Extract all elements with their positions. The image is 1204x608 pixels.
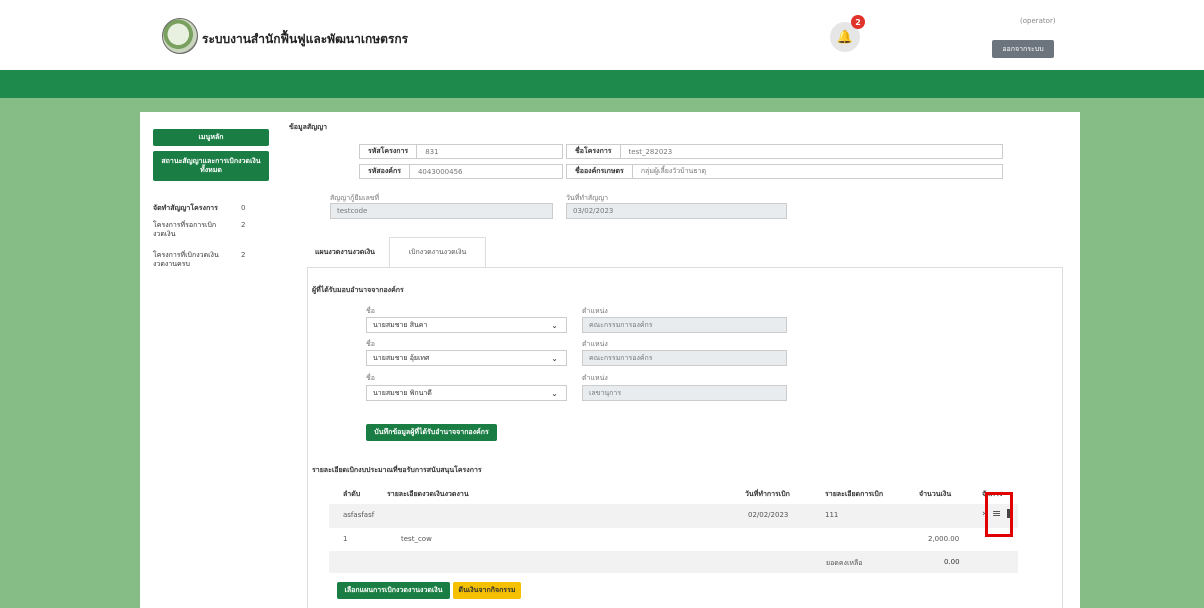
app-title: ระบบงานสำนักฟื้นฟูและพัฒนาเกษตรกร (202, 32, 409, 46)
group-name: asfasfasf (343, 511, 375, 519)
table-row (329, 504, 1018, 528)
highlight-box (985, 492, 1013, 537)
org-code-value: 4043000456 (417, 167, 463, 176)
name-label: ชื่อ (366, 340, 375, 348)
budget-title: รายละเอียดเบิกงบประมาณที่ขอรับการสนับสนุ… (312, 466, 482, 474)
authorized-name-select[interactable]: นายสมชาย อุ้ยเทศ ⌄ (366, 350, 567, 366)
agency-logo (162, 18, 198, 54)
org-name-label: ชื่อองค์กรเกษตร (567, 165, 633, 178)
org-name-field: ชื่อองค์กรเกษตร กลุ่มผู้เลี้ยงวัวบ้านธาต… (566, 164, 1003, 179)
position-input[interactable]: เลขานุการ (582, 385, 787, 401)
tab-withdraw[interactable]: เบิกงวดงานงวดเงิน (389, 237, 486, 268)
back-button[interactable]: ดีนเงินจากกิจกรรม (453, 582, 521, 599)
col-withdraw-detail: รายละเอียดการเบิก (825, 490, 884, 498)
green-banner (0, 70, 1204, 98)
selected-name: นายสมชาย พิกนาดี (373, 388, 432, 397)
item-amount: 2,000.00 (928, 535, 960, 543)
item-desc: test_cow (401, 535, 432, 543)
tab-plan[interactable]: แผนงวดงานงวดเงิน (307, 237, 383, 268)
project-code-value: 831 (425, 147, 439, 156)
user-role: (operator) (1020, 17, 1056, 25)
top-header: ระบบงานสำนักฟื้นฟูและพัฒนาเกษตรกร 🔔 2 (o… (0, 0, 1204, 70)
project-name-field: ชื่อโครงการ test_282023 (566, 144, 1003, 159)
project-code-field: รหัสโครงการ 831 (359, 144, 563, 159)
col-detail: รายละเอียดงวดเงินงวดงาน (387, 490, 469, 498)
contract-date-input[interactable]: 03/02/2023 (566, 203, 787, 219)
balance-label: ยอดคงเหลือ (826, 559, 863, 567)
loan-no-input[interactable]: testcode (330, 203, 553, 219)
sidebar-stat-label[interactable]: โครงการที่เบิกงวดเงิน งวดงานครบ (153, 251, 219, 270)
item-no: 1 (343, 535, 348, 543)
authorized-name-select[interactable]: นายสมชาย สินคา ⌄ (366, 317, 567, 333)
group-date: 02/02/2023 (748, 511, 789, 519)
logout-button[interactable]: ออกจากระบบ (992, 40, 1054, 58)
project-name-label: ชื่อโครงการ (567, 145, 621, 158)
org-name-value: กลุ่มผู้เลี้ยงวัวบ้านธาตุ (640, 167, 707, 175)
selected-name: นายสมชาย อุ้ยเทศ (373, 353, 430, 362)
chevron-down-icon: ⌄ (551, 353, 558, 363)
sidebar-stat-count: 0 (241, 204, 246, 212)
name-label: ชื่อ (366, 374, 375, 382)
sidebar-stat-label[interactable]: จัดทำสัญญาโครงการ (153, 204, 218, 213)
project-code-label: รหัสโครงการ (360, 145, 418, 158)
position-label: ตำแหน่ง (582, 307, 608, 315)
table-row (329, 551, 1018, 573)
chevron-down-icon: ⌄ (551, 320, 558, 330)
notification-badge: 2 (851, 15, 865, 29)
position-input[interactable]: คณะกรรมการองค์กร (582, 350, 787, 366)
main-menu-button[interactable]: เมนูหลัก (153, 129, 269, 146)
org-code-field: รหัสองค์กร 4043000456 (359, 164, 563, 179)
position-label: ตำแหน่ง (582, 374, 608, 382)
contract-section-title: ข้อมูลสัญญา (289, 123, 328, 131)
sidebar-stat-count: 2 (241, 251, 246, 259)
bell-icon: 🔔 (836, 29, 854, 45)
authorized-title: ผู้ที่ได้รับมอบอำนาจจากองค์กร (312, 286, 404, 294)
group-detail: 111 (825, 511, 839, 519)
col-amount: จำนวนเงิน (919, 490, 952, 498)
col-date: วันที่ทำการเบิก (745, 490, 790, 498)
authorized-name-select[interactable]: นายสมชาย พิกนาดี ⌄ (366, 385, 567, 401)
project-name-value: test_282023 (628, 147, 673, 156)
sidebar-stat-label[interactable]: โครงการที่รอการเบิก งวดเงิน (153, 221, 216, 240)
save-authorized-button[interactable]: บันทึกข้อมูลผู้ที่ได้รับอำนาจจากองค์กร (366, 424, 497, 441)
selected-name: นายสมชาย สินคา (373, 320, 428, 329)
balance-value: 0.00 (944, 558, 960, 566)
select-plan-button[interactable]: เลือกแผนการเบิกงวดงานงวดเงิน (337, 582, 450, 599)
chevron-down-icon: ⌄ (551, 388, 558, 398)
position-input[interactable]: คณะกรรมการองค์กร (582, 317, 787, 333)
col-no: ลำดับ (343, 490, 361, 498)
org-code-label: รหัสองค์กร (360, 165, 410, 178)
all-contract-status-button[interactable]: สถานะสัญญาและการเบิกงวดเงิน ทั้งหมด (153, 151, 269, 181)
sidebar-stat-count: 2 (241, 221, 246, 229)
name-label: ชื่อ (366, 307, 375, 315)
position-label: ตำแหน่ง (582, 340, 608, 348)
